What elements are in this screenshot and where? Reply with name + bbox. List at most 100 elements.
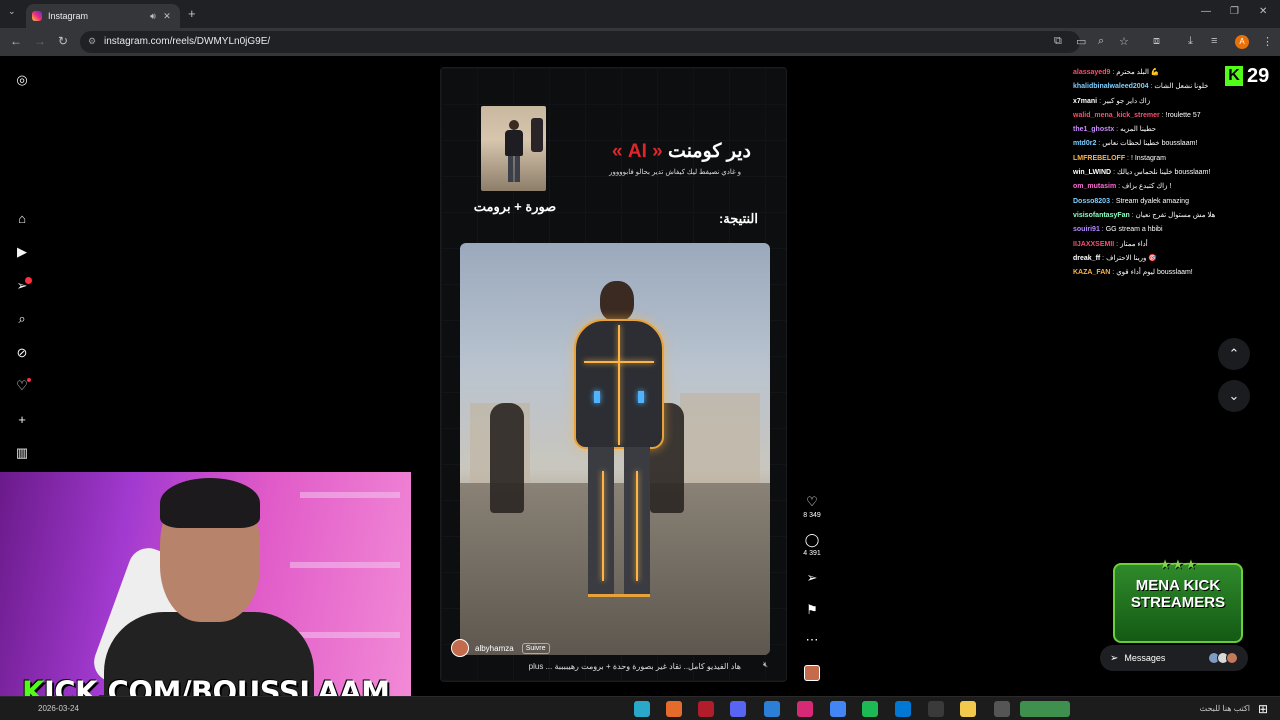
maximize-button[interactable]: ❐: [1230, 6, 1239, 17]
edge-icon[interactable]: [764, 701, 780, 717]
tab-instagram[interactable]: Instagram 🔊︎ ✕: [26, 4, 180, 28]
more-icon[interactable]: ⋯: [804, 632, 820, 648]
reel-video[interactable]: [460, 243, 770, 655]
activity-dot: [27, 378, 31, 382]
translate-icon[interactable]: ⧉: [1054, 35, 1062, 48]
chat-username: souiri91: [1073, 226, 1100, 234]
result-label: :النتيجة: [718, 211, 758, 226]
headline-main: دير كومنت: [668, 141, 751, 162]
search-icon[interactable]: ⌕: [14, 311, 30, 327]
chat-text: هلا مش مستوال تفرج نعيان: [1135, 211, 1216, 219]
mena-kick-streamers-badge: ★ ★ ★ MENA KICK STREAMERS: [1113, 559, 1243, 643]
windows-taskbar: 2026-03-24 اكتب هنا للبحث ⊞: [0, 696, 1280, 720]
instagram-favicon-icon: [32, 11, 42, 21]
messages-label: Messages: [1124, 653, 1166, 663]
viewer-number: 29: [1247, 64, 1270, 87]
taskbar-date: 2026-03-24: [38, 704, 79, 713]
chat-message: IIJAXXSEMII : أداء ممتاز: [1073, 238, 1223, 252]
close-window-button[interactable]: ✕: [1259, 6, 1267, 17]
tab-close-icon[interactable]: ✕: [160, 11, 174, 22]
forward-icon[interactable]: →: [34, 34, 46, 48]
dashboard-icon[interactable]: ▥: [14, 445, 30, 461]
outlook-icon[interactable]: [895, 701, 911, 717]
chat-username: IIJAXXSEMII: [1073, 240, 1115, 248]
create-icon[interactable]: +: [14, 412, 30, 428]
windows-start-icon[interactable]: ⊞: [1258, 702, 1268, 716]
tab-search-icon[interactable]: ⌄: [8, 6, 16, 17]
taskbar-app-icon[interactable]: [666, 701, 682, 717]
back-icon[interactable]: ←: [10, 34, 22, 48]
taskbar-search[interactable]: اكتب هنا للبحث: [1150, 701, 1250, 717]
reel-headline: دير كومنت « AI »: [591, 140, 751, 163]
chat-message: mtd0r2 : خطينا لحظات نعاس bousslaam!: [1073, 137, 1223, 151]
bookmark-star-icon[interactable]: ☆: [1119, 35, 1129, 48]
chat-text: أداء ممتاز: [1120, 240, 1148, 248]
site-info-icon[interactable]: ⚙: [88, 36, 96, 47]
like-icon[interactable]: ♡: [804, 494, 820, 510]
minimize-button[interactable]: —: [1201, 6, 1211, 17]
author-name[interactable]: albyhamza: [475, 644, 514, 653]
chat-username: mtd0r2: [1073, 140, 1097, 148]
taskbar-app-icon[interactable]: [634, 701, 650, 717]
chat-username: walid_mena_kick_stremer: [1073, 111, 1160, 119]
next-reel-button[interactable]: ⌄: [1218, 380, 1250, 412]
file-explorer-icon[interactable]: [960, 701, 976, 717]
previous-reel-button[interactable]: ⌃: [1218, 338, 1250, 370]
author-row: albyhamza Suivre: [451, 639, 771, 657]
widgets-icon[interactable]: [1020, 701, 1070, 717]
audio-avatar[interactable]: [804, 665, 820, 681]
profile-avatar[interactable]: A: [1235, 35, 1249, 49]
messages-button[interactable]: ➢ Messages: [1100, 645, 1248, 671]
task-view-icon[interactable]: [994, 701, 1010, 717]
new-tab-button[interactable]: +: [188, 6, 196, 21]
chat-message: LMFREBELOFF : ! Instagram: [1073, 152, 1223, 166]
reels-icon[interactable]: ▶: [14, 244, 30, 260]
chat-username: x7mani: [1073, 97, 1098, 105]
chat-username: khalidbinalwaleed2004: [1073, 83, 1149, 91]
menu-icon[interactable]: ⋮: [1262, 35, 1273, 48]
instagram-logo-icon[interactable]: ◎: [14, 72, 30, 88]
speaker-icon[interactable]: 🔊︎: [146, 11, 160, 22]
chat-text: البلد محترم 💪: [1116, 69, 1160, 76]
reel-card[interactable]: صورة + برومت دير كومنت « AI » و غادي نصي…: [440, 67, 787, 682]
chat-text: Stream dyalek amazing: [1115, 197, 1189, 205]
chat-username: KAZA_FAN: [1073, 269, 1111, 277]
glowing-armor-figure: [564, 281, 674, 611]
chat-message: visisofantasyFan : هلا مش مستوال تفرج نع…: [1073, 209, 1223, 223]
chat-username: LMFREBELOFF: [1073, 154, 1126, 162]
tab-title: Instagram: [48, 11, 89, 21]
cast-icon[interactable]: ▭: [1076, 35, 1086, 48]
reading-list-icon[interactable]: ≡: [1211, 35, 1217, 47]
chat-message: souiri91 : GG stream a hbibi: [1073, 223, 1223, 237]
chat-message: x7mani : زاك داير جو كبير: [1073, 95, 1223, 109]
reel-caption[interactable]: هاد الفيديو كامل.. تقاد غير بصورة وحدة +…: [451, 662, 741, 671]
explore-icon[interactable]: ⊘: [14, 345, 30, 361]
chat-username: win_LWIND: [1073, 169, 1112, 177]
reel-subline: و غادي نصيفط ليك كيفاش تدير بحالو فابووو…: [609, 169, 741, 176]
home-icon[interactable]: ⌂: [14, 211, 30, 227]
browser-toolbar: ← → ↻ ⚙ instagram.com/reels/DWMYLn0jG9E/…: [0, 28, 1280, 56]
share-icon[interactable]: ➢: [804, 570, 820, 586]
store-icon[interactable]: [928, 701, 944, 717]
taskbar-app-icon[interactable]: [698, 701, 714, 717]
zoom-icon[interactable]: ⌕: [1098, 35, 1104, 48]
chat-text: GG stream a hbibi: [1105, 226, 1163, 234]
chrome-icon[interactable]: [830, 701, 846, 717]
extensions-icon[interactable]: ⧈: [1153, 35, 1160, 48]
follow-button[interactable]: Suivre: [521, 642, 550, 654]
chat-message: the1_ghostx : حطينا المزيه: [1073, 123, 1223, 137]
author-avatar[interactable]: [451, 639, 469, 657]
chat-username: alassayed9: [1073, 69, 1111, 76]
chat-text: ليوم أداء قوي bousslaam!: [1116, 269, 1193, 277]
mute-icon[interactable]: 🔇︎: [763, 660, 768, 670]
download-icon[interactable]: ⤓: [1188, 35, 1193, 48]
chat-message: Dosso8203 : Stream dyalek amazing: [1073, 195, 1223, 209]
spotify-icon[interactable]: [862, 701, 878, 717]
message-avatars: [1208, 652, 1238, 664]
reload-icon[interactable]: ↻: [58, 34, 68, 48]
address-bar[interactable]: ⚙ instagram.com/reels/DWMYLn0jG9E/: [80, 31, 1080, 53]
discord-icon[interactable]: [730, 701, 746, 717]
comment-icon[interactable]: ◯: [804, 532, 820, 548]
save-icon[interactable]: ⚑: [804, 602, 820, 618]
instagram-app-icon[interactable]: [797, 701, 813, 717]
